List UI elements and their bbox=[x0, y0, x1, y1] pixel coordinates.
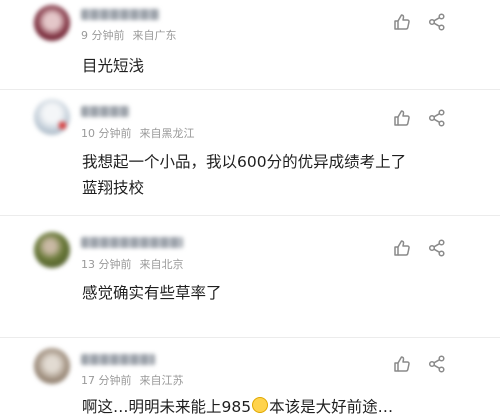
thumbs-up-icon bbox=[394, 240, 410, 256]
avatar[interactable] bbox=[34, 232, 70, 268]
avatar[interactable] bbox=[34, 99, 70, 135]
comment-time: 9 分钟前 bbox=[81, 29, 125, 42]
avatar[interactable] bbox=[34, 348, 70, 384]
comment-item: 17 分钟前 来自江苏 啊这…明明未来能上985 本该是大好前途… bbox=[0, 338, 500, 416]
username[interactable] bbox=[81, 9, 159, 20]
comment-location: 来自广东 bbox=[132, 29, 177, 42]
comment-item: 9 分钟前 来自广东 目光短浅 bbox=[0, 0, 500, 90]
yawning-face-emoji bbox=[252, 397, 269, 413]
share-icon bbox=[428, 355, 445, 373]
comment-meta: 17 分钟前 来自江苏 bbox=[81, 372, 184, 388]
comment-item: 13 分钟前 来自北京 感觉确实有些草率了 bbox=[0, 216, 500, 338]
comment-text-part: 本该是大好前途… bbox=[269, 398, 394, 416]
username[interactable] bbox=[81, 106, 129, 117]
share-icon bbox=[428, 13, 445, 31]
comment-time: 13 分钟前 bbox=[81, 258, 132, 271]
thumbs-up-icon bbox=[394, 110, 410, 126]
comment-location: 来自黑龙江 bbox=[139, 127, 195, 140]
comment-item: 10 分钟前 来自黑龙江 我想起一个小品，我以600分的优异成绩考上了 蓝翔技校 bbox=[0, 90, 500, 215]
share-icon bbox=[428, 239, 445, 257]
comment-text: 我想起一个小品，我以600分的优异成绩考上了 蓝翔技校 bbox=[82, 149, 406, 201]
comment-text-part: 啊这…明明未来能上985 bbox=[82, 398, 252, 416]
comment-location: 来自江苏 bbox=[139, 374, 184, 387]
comment-text: 感觉确实有些草率了 bbox=[82, 284, 222, 302]
share-button[interactable] bbox=[427, 354, 447, 374]
comment-time: 17 分钟前 bbox=[81, 374, 132, 387]
comment-meta: 10 分钟前 来自黑龙江 bbox=[81, 125, 195, 141]
comment-time: 10 分钟前 bbox=[81, 127, 132, 140]
share-button[interactable] bbox=[427, 108, 447, 128]
like-button[interactable] bbox=[392, 12, 412, 32]
comment-text-line: 我想起一个小品，我以600分的优异成绩考上了 bbox=[82, 153, 407, 171]
username[interactable] bbox=[81, 354, 155, 365]
avatar[interactable] bbox=[34, 5, 70, 41]
share-icon bbox=[428, 109, 445, 127]
share-button[interactable] bbox=[427, 12, 447, 32]
like-button[interactable] bbox=[392, 238, 412, 258]
like-button[interactable] bbox=[392, 354, 412, 374]
comment-text-line: 蓝翔技校 bbox=[82, 179, 145, 197]
username[interactable] bbox=[81, 237, 183, 248]
comment-meta: 13 分钟前 来自北京 bbox=[81, 256, 184, 272]
comment-feed: 9 分钟前 来自广东 目光短浅 10 分钟前 来自黑龙江 我想起一个小品，我以600… bbox=[0, 0, 500, 416]
share-button[interactable] bbox=[427, 238, 447, 258]
comment-meta: 9 分钟前 来自广东 bbox=[81, 27, 177, 43]
thumbs-up-icon bbox=[394, 14, 410, 30]
comment-location: 来自北京 bbox=[139, 258, 184, 271]
comment-text: 目光短浅 bbox=[82, 57, 145, 75]
comment-text: 啊这…明明未来能上985 本该是大好前途… bbox=[82, 394, 393, 416]
like-button[interactable] bbox=[392, 108, 412, 128]
thumbs-up-icon bbox=[394, 356, 410, 372]
